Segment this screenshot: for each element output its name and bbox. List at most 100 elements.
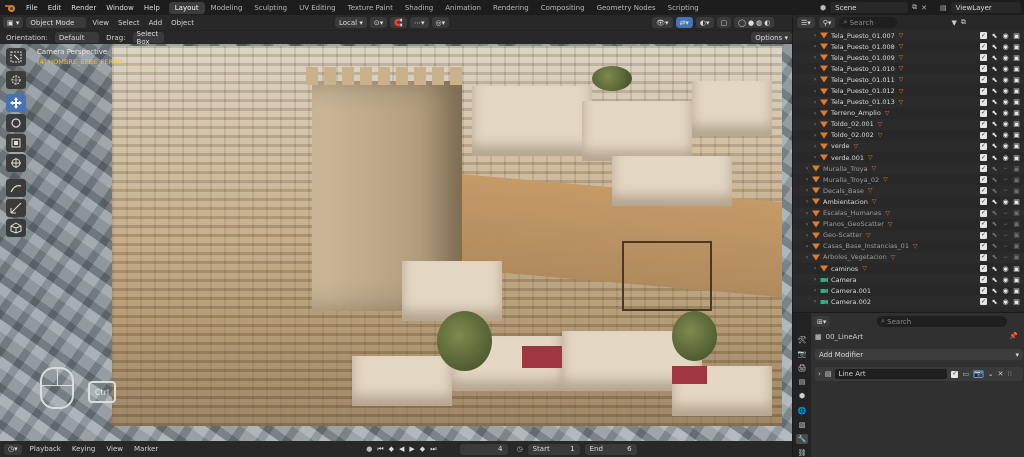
expand-arrow-icon[interactable]: › [803,221,811,228]
render-toggle-icon[interactable]: ▣ [1013,43,1020,51]
selectable-toggle-icon[interactable]: ⬉ [991,98,998,106]
hidden-eye-icon[interactable]: ⌣ [1002,253,1009,262]
expand-arrow-icon[interactable]: › [811,99,819,106]
outliner-item-label[interactable]: verde.001 [831,154,864,162]
measure-tool[interactable] [6,199,26,217]
tab-layout[interactable]: Layout [168,1,205,14]
render-toggle-icon[interactable]: ▣ [1013,276,1020,284]
tab-geometry-nodes[interactable]: Geometry Nodes [591,2,662,14]
selectable-toggle-icon[interactable]: ⬉ [991,76,998,84]
overlays-button[interactable]: ◐▾ [695,17,714,28]
expand-arrow-icon[interactable]: › [803,198,811,205]
annotate-tool[interactable] [6,179,26,197]
exclude-checkbox[interactable] [980,109,987,117]
selectable-toggle-icon[interactable]: ⬉ [991,176,998,184]
outliner-row[interactable]: › Tela_Puesto_01.011▽ ⬉ ◉ ▣ [793,74,1024,86]
orientation-selector[interactable]: Default [54,32,100,43]
visible-eye-icon[interactable]: ◉ [1002,198,1009,206]
render-tab-icon[interactable]: 📷 [796,349,808,359]
render-toggle-icon[interactable]: ▣ [1013,287,1020,295]
selectable-toggle-icon[interactable]: ⬉ [991,187,998,195]
render-toggle-icon[interactable]: ▣ [1013,198,1020,206]
scene-selector[interactable]: Scene [830,2,909,13]
outliner-editor-type-button[interactable]: ☰▾ [797,17,815,28]
marker-menu[interactable]: Marker [131,445,161,453]
outliner-row[interactable]: › Tela_Puesto_01.013▽ ⬉ ◉ ▣ [793,96,1024,108]
show-in-viewport-icon[interactable]: ▭ [962,370,969,378]
exclude-checkbox[interactable] [980,54,987,62]
visible-eye-icon[interactable]: ◉ [1002,120,1009,128]
add-menu[interactable]: Add [146,19,166,27]
record-button[interactable]: ● [366,445,372,453]
outliner-item-label[interactable]: Tela_Puesto_01.010 [831,65,895,73]
outliner-item-label[interactable]: Tela_Puesto_01.011 [831,76,895,84]
selectable-toggle-icon[interactable]: ⬉ [991,32,998,40]
expand-arrow-icon[interactable]: › [811,32,819,39]
outliner-row[interactable]: › Ambientacion▽ ⬉ ◉ ▣ [793,196,1024,207]
transform-orientation-selector[interactable]: Local ▾ [334,17,367,28]
exclude-checkbox[interactable] [980,287,987,295]
new-scene-icon[interactable]: ⧉ [912,3,917,12]
selectable-toggle-icon[interactable]: ⬉ [991,198,998,206]
tab-shading[interactable]: Shading [399,2,439,14]
play-reverse-icon[interactable]: ◀ [399,445,404,454]
outliner-row[interactable]: › Camera.002 ⬉ ◉ ▣ [793,296,1024,308]
selectable-toggle-icon[interactable]: ⬉ [991,287,998,295]
jump-start-icon[interactable]: ⏮ [377,445,383,454]
cursor-tool[interactable] [6,71,26,89]
selectable-toggle-icon[interactable]: ⬉ [991,265,998,273]
render-toggle-icon[interactable]: ▣ [1013,120,1020,128]
hidden-eye-icon[interactable]: ⌣ [1002,242,1009,251]
visible-eye-icon[interactable]: ◉ [1002,276,1009,284]
properties-search-input[interactable]: ⌕ Search [877,316,1007,327]
prev-keyframe-icon[interactable]: ◆ [389,445,394,454]
exclude-checkbox[interactable] [980,209,987,217]
outliner-item-label[interactable]: Toldo_02.001 [831,120,874,128]
line-art-modifier-panel[interactable]: › ▤ Line Art ▭ 📷 ⌄ ✕ ⁞⁞ [815,367,1023,381]
outliner-row[interactable]: › verde.001 ▽ ⬉ ◉ ▣ [793,152,1024,163]
outliner-row[interactable]: › Planos_GeoScatter▽ ⬉ ⌣ ▣ [793,219,1024,230]
outliner-row[interactable]: › Tela_Puesto_01.010▽ ⬉ ◉ ▣ [793,63,1024,74]
expand-arrow-icon[interactable]: › [803,176,811,183]
outliner-row[interactable]: › Camera.001 ⬉ ◉ ▣ [793,285,1024,296]
select-menu[interactable]: Select [115,19,143,27]
object-menu[interactable]: Object [168,19,197,27]
scene-tab-icon[interactable]: ⬢ [796,391,808,401]
start-frame-field[interactable]: Start 1 [527,443,580,455]
exclude-checkbox[interactable] [980,165,987,173]
snap-target-button[interactable]: ⋯▾ [409,17,429,28]
outliner-row[interactable]: › Tela_Puesto_01.008▽ ⬉ ◉ ▣ [793,41,1024,52]
filter-icon[interactable]: ▼ [951,19,956,27]
tool-tab-icon[interactable]: 🛠 [796,335,808,345]
outliner-row[interactable]: › Tela_Puesto_01.007▽ ⬉ ◉ ▣ [793,30,1024,42]
display-mode-button[interactable]: ⚲▾ [818,17,836,28]
exclude-checkbox[interactable] [980,120,987,128]
tab-rendering[interactable]: Rendering [487,2,535,14]
outliner-row[interactable]: › Casas_Base_Instancias_01▽ ⬉ ⌣ ▣ [793,241,1024,252]
edit-mode-toggle[interactable] [951,370,959,378]
render-toggle-icon[interactable]: ▣ [1013,220,1020,228]
render-toggle-icon[interactable]: ▣ [1013,76,1020,84]
end-frame-field[interactable]: End 6 [584,443,637,455]
outliner-item-label[interactable]: Muralla_Troya_02 [823,176,879,184]
outliner-item-label[interactable]: Tela_Puesto_01.009 [831,54,895,62]
delete-scene-icon[interactable]: ✕ [921,4,927,12]
hidden-eye-icon[interactable]: ⌣ [1002,220,1009,229]
outliner-row[interactable]: › Muralla_Troya_02 ▽ ⬉ ⌣ ▣ [793,174,1024,185]
outliner-item-label[interactable]: Escalas_Humanas [823,209,881,217]
exclude-checkbox[interactable] [980,154,987,162]
rotate-tool[interactable] [6,114,26,132]
visibility-button[interactable]: 👁▾ [652,17,673,28]
blender-logo-icon[interactable] [4,2,18,13]
outliner-item-label[interactable]: Camera.001 [831,287,871,295]
visible-eye-icon[interactable]: ◉ [1002,287,1009,295]
current-frame-field[interactable]: 4 [459,443,508,455]
xray-toggle-button[interactable]: ▢ [716,17,732,28]
outliner-item-label[interactable]: Toldo_02.002 [831,131,874,139]
rendered-shading-icon[interactable]: ◐ [764,19,770,27]
add-modifier-button[interactable]: Add Modifier ▾ [815,349,1023,360]
visible-eye-icon[interactable]: ◉ [1002,154,1009,162]
outliner-item-label[interactable]: Camera.002 [831,298,871,306]
outliner-item-label[interactable]: Terreno_Amplio [831,109,881,117]
visible-eye-icon[interactable]: ◉ [1002,76,1009,84]
